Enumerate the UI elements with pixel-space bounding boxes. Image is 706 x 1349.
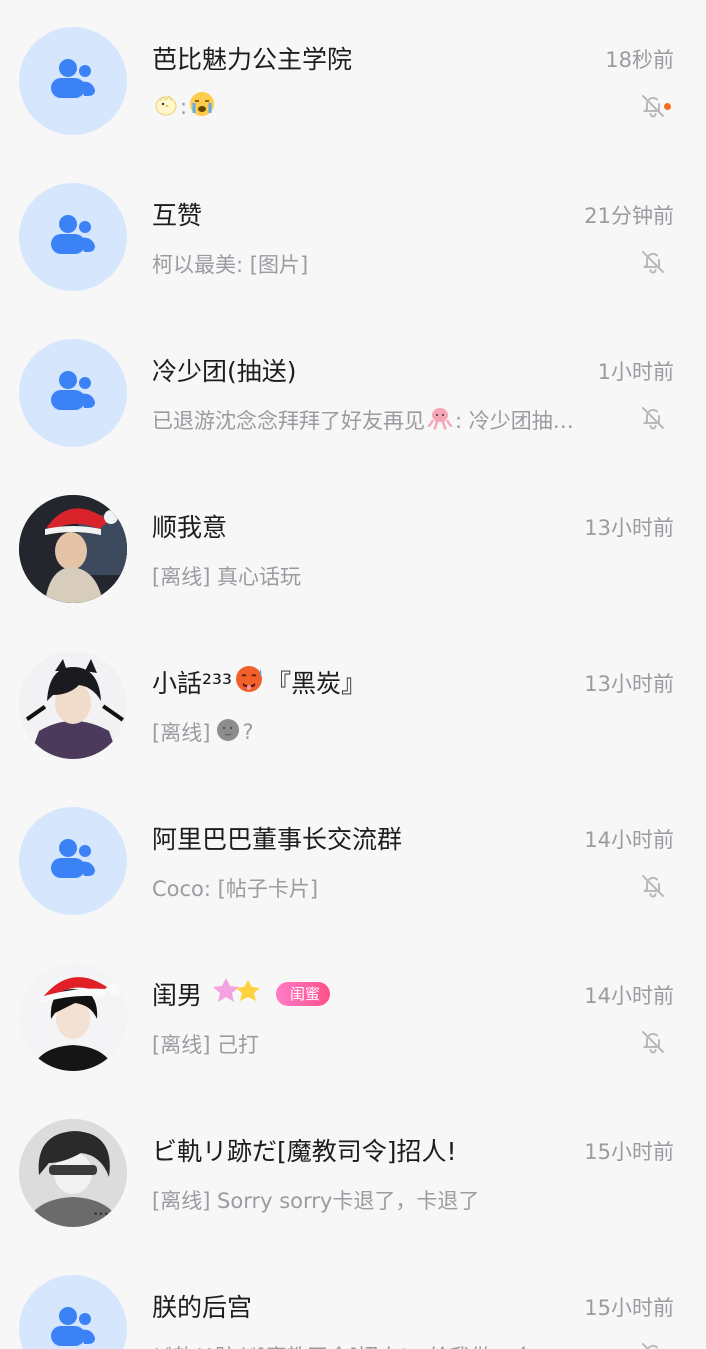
conversation-time: 13小时前: [584, 516, 674, 540]
user-avatar: [19, 963, 127, 1071]
conversation-time: 18秒前: [605, 48, 674, 72]
preview-sender: 已退游沈念念拜拜了好友再见: [152, 409, 425, 433]
preview-message: : 冷少团抽…: [455, 409, 574, 433]
group-avatar: [19, 807, 127, 915]
group-icon: [51, 839, 95, 878]
octopus-icon: [427, 406, 453, 435]
conversation-time: 14小时前: [584, 828, 674, 852]
conversation-title: 小話²³³ 『黑炭』: [152, 664, 366, 700]
friend-badge: 闺蜜: [276, 982, 331, 1006]
preview-status: [离线]: [152, 721, 211, 745]
group-icon: [51, 215, 95, 254]
unread-dot: [664, 103, 671, 110]
group-avatar: [19, 27, 127, 135]
conversation-time: 21分钟前: [584, 204, 674, 228]
group-icon: [51, 59, 95, 98]
crying-face-icon: [189, 91, 215, 122]
muted-bell-icon: [640, 93, 666, 123]
conversation-title: 阿里巴巴董事长交流群: [152, 825, 403, 854]
new-moon-face-icon: [216, 718, 240, 747]
stars-sticker-icon: [212, 976, 266, 1012]
conversation-row[interactable]: ••• ビ軌リ跡だ[魔教司令]招人! 15小时前 [离线] Sorry sorr…: [0, 1092, 706, 1248]
group-icon: [51, 1307, 95, 1346]
conversation-row[interactable]: 闺男 闺蜜 14小时前 [离线] 己打: [0, 936, 706, 1092]
conversation-preview: 柯以最美: [图片]: [152, 253, 309, 277]
conversation-preview: :: [152, 91, 612, 122]
conversation-preview: [离线] ?: [152, 717, 612, 747]
title-name: 小話²³³: [152, 669, 233, 698]
preview-separator: :: [180, 94, 188, 119]
hot-face-icon: [234, 664, 264, 700]
group-avatar: [19, 1275, 127, 1349]
muted-bell-icon: [640, 873, 666, 903]
conversation-preview: [离线] Sorry sorry卡退了，卡退了: [152, 1189, 480, 1213]
conversation-title: ビ軌リ跡だ[魔教司令]招人!: [152, 1137, 457, 1166]
conversation-row[interactable]: 顺我意 13小时前 [离线] 真心话玩: [0, 468, 706, 624]
title-suffix: 『黑炭』: [266, 669, 367, 698]
preview-message: ?: [242, 720, 254, 744]
conversation-row[interactable]: 互赞 21分钟前 柯以最美: [图片]: [0, 156, 706, 312]
title-name: 闺男: [152, 981, 203, 1010]
group-icon: [51, 371, 95, 410]
user-avatar: •••: [19, 1119, 127, 1227]
conversation-preview: [离线] 真心话玩: [152, 565, 302, 589]
conversation-title: 闺男 闺蜜: [152, 976, 331, 1012]
conversation-row[interactable]: 芭比魅力公主学院 18秒前 :: [0, 0, 706, 156]
conversation-row[interactable]: 小話²³³ 『黑炭』 13小时前 [离线] ?: [0, 624, 706, 780]
svg-text:•••: •••: [93, 1210, 109, 1220]
muted-bell-icon: [640, 249, 666, 279]
conversation-title: 顺我意: [152, 513, 228, 542]
conversation-time: 1小时前: [597, 360, 674, 384]
conversation-row[interactable]: 朕的后宫 15小时前 ビ軌リ跡だ[魔教司令]招人!：给我做一个: [0, 1248, 706, 1349]
conversation-preview: [离线] 己打: [152, 1033, 260, 1057]
conversation-title: 朕的后宫: [152, 1293, 253, 1322]
user-avatar: [19, 495, 127, 603]
chick-emoji-icon: [154, 92, 178, 121]
conversation-row[interactable]: 阿里巴巴董事长交流群 14小时前 Coco: [帖子卡片]: [0, 780, 706, 936]
conversation-preview: 已退游沈念念拜拜了好友再见 : 冷少团抽…: [152, 405, 622, 435]
conversation-title: 芭比魅力公主学院: [152, 45, 353, 74]
conversation-time: 13小时前: [584, 672, 674, 696]
conversation-time: 14小时前: [584, 984, 674, 1008]
conversation-title: 互赞: [152, 201, 203, 230]
conversation-title: 冷少团(抽送): [152, 357, 297, 386]
conversation-preview: ビ軌リ跡だ[魔教司令]招人!：给我做一个: [152, 1341, 612, 1349]
group-avatar: [19, 339, 127, 447]
group-avatar: [19, 183, 127, 291]
conversation-time: 15小时前: [584, 1140, 674, 1164]
conversation-preview: Coco: [帖子卡片]: [152, 877, 319, 901]
conversation-list: 芭比魅力公主学院 18秒前 : 互赞 21分钟前 柯以最美: [图片] 冷少团(…: [0, 0, 706, 1349]
conversation-time: 15小时前: [584, 1296, 674, 1320]
muted-bell-icon: [640, 1341, 666, 1349]
muted-bell-icon: [640, 405, 666, 435]
conversation-row[interactable]: 冷少团(抽送) 1小时前 已退游沈念念拜拜了好友再见 : 冷少团抽…: [0, 312, 706, 468]
muted-bell-icon: [640, 1029, 666, 1059]
user-avatar: [19, 651, 127, 759]
